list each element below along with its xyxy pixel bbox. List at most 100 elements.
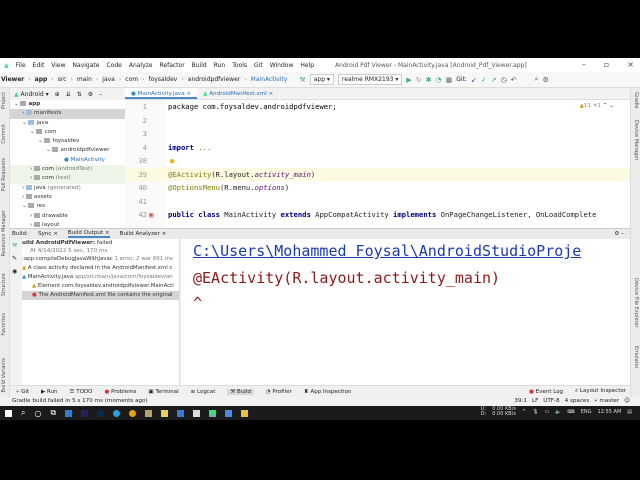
git-commit-icon[interactable]: ✓ — [481, 76, 487, 84]
chrome-icon[interactable] — [129, 409, 137, 417]
windows-start-icon[interactable] — [5, 409, 12, 417]
device-select[interactable]: realme RMX2193 ▾ — [337, 74, 403, 85]
rollback-icon[interactable]: ↶ — [511, 76, 517, 84]
gradle-tool-button[interactable]: Gradle — [633, 92, 639, 109]
caret-position[interactable]: 39:1 — [514, 397, 527, 406]
build-console-output[interactable]: C:\Users\Mohammed Foysal\AndroidStudioPr… — [181, 239, 630, 385]
indent-setting[interactable]: 4 spaces — [565, 397, 590, 406]
tree-node-manifests[interactable]: › manifests — [10, 109, 125, 119]
run-config-select[interactable]: app ▾ — [309, 74, 334, 85]
collapse-all-icon[interactable]: ⇊ — [66, 91, 71, 98]
tray-chevron-icon[interactable]: ^ — [522, 409, 526, 415]
breadcrumb-com[interactable]: com — [125, 76, 138, 83]
tree-node-res[interactable]: ⌄ res — [10, 202, 125, 211]
memory-indicator-icon[interactable]: ☺ — [624, 397, 630, 406]
git-branch[interactable]: ⑂ master — [594, 397, 619, 406]
build-variants-tool-button[interactable]: Build Variants — [1, 358, 7, 392]
file-encoding[interactable]: UTF-8 — [543, 397, 559, 406]
lightbulb-icon[interactable]: ● — [170, 154, 174, 168]
console-path-link[interactable]: C:\Users\Mohammed Foysal\AndroidStudioPr… — [193, 242, 581, 260]
breadcrumb-package[interactable]: androidpdfviewer — [188, 76, 240, 83]
expand-all-icon[interactable]: ⇅ — [77, 91, 82, 98]
tab-build-analyzer[interactable]: Build Analyzer × — [120, 231, 167, 237]
favorites-tool-button[interactable]: Favorites — [1, 313, 7, 336]
adobe-ae-icon[interactable] — [81, 409, 89, 417]
tree-node-foysaldev[interactable]: ⌄ foysaldev — [10, 137, 125, 146]
hide-panel-icon[interactable]: – — [99, 91, 102, 98]
breadcrumb-main[interactable]: main — [77, 76, 92, 83]
tree-node-layout[interactable]: › layout — [10, 221, 125, 228]
build-settings-icon[interactable]: ⚙ – — [614, 231, 624, 237]
menu-navigate[interactable]: Navigate — [73, 62, 100, 69]
run-icon[interactable]: ▶ — [406, 76, 411, 84]
todo-tool-button[interactable]: ☰ TODO — [70, 389, 93, 395]
layout-gutter-icon[interactable]: ▣ — [149, 208, 153, 222]
mail-app-icon[interactable] — [65, 409, 73, 417]
search-icon[interactable]: ⌕ — [535, 75, 539, 84]
hammer-icon[interactable]: ⚒ — [299, 76, 305, 84]
debug-icon[interactable]: ✱ — [426, 76, 432, 84]
language-indicator[interactable]: ENG — [581, 409, 592, 415]
resource-manager-tool-button[interactable]: Resource Manager — [1, 210, 7, 256]
tree-node-java[interactable]: ⌄ java — [10, 119, 125, 128]
search-icon[interactable]: ⌕ — [21, 408, 25, 418]
app-icon[interactable] — [193, 409, 201, 417]
build-node-root[interactable]: uild AndroidPdfViewer: failed At 4/14/202… — [22, 239, 179, 255]
commit-tool-button[interactable]: Commit — [1, 124, 7, 144]
breadcrumb-src[interactable]: src — [58, 76, 67, 83]
project-tool-button[interactable]: Project — [1, 92, 7, 109]
minimize-button[interactable]: – — [582, 60, 586, 69]
menu-window[interactable]: Window — [270, 62, 294, 69]
pull-requests-tool-button[interactable]: Pull Requests — [1, 158, 7, 191]
tab-mainactivity-java[interactable]: ● MainActivity.java × — [125, 88, 198, 99]
network-icon[interactable]: ▭ — [545, 409, 550, 415]
android-studio-taskbar-icon[interactable] — [209, 409, 217, 417]
maximize-button[interactable]: ▫ — [604, 60, 609, 69]
menu-tools[interactable]: Tools — [232, 62, 247, 69]
menu-build[interactable]: Build — [192, 62, 207, 69]
build-node-warning[interactable]: ▲ Element com.foysaldev.androidpdfviewer… — [22, 282, 179, 291]
tree-node-androidpdfviewer[interactable]: ⌄ androidpdfviewer — [10, 146, 125, 155]
breadcrumb-project[interactable]: Viewer — [1, 76, 24, 83]
cortana-icon[interactable]: ○ — [34, 409, 41, 418]
apply-changes-icon[interactable]: ↻ — [416, 76, 422, 84]
device-manager-tool-button[interactable]: Device Manager — [633, 120, 639, 161]
breadcrumb-mainactivity[interactable]: MainActivity — [251, 76, 288, 83]
menu-run[interactable]: Run — [214, 62, 226, 69]
menu-file[interactable]: File — [16, 62, 26, 69]
profile-icon[interactable]: ◔ — [436, 76, 442, 84]
build-tool-button[interactable]: ⚒ Build — [227, 388, 254, 395]
layout-inspector-tool-button[interactable]: ⌕ Layout Inspector — [575, 388, 626, 395]
tree-node-app[interactable]: ⌄ app — [10, 100, 125, 109]
problems-tool-button[interactable]: ● Problems — [105, 389, 137, 395]
app-icon[interactable] — [225, 409, 233, 417]
git-push-icon[interactable]: ↗ — [491, 76, 497, 84]
close-button[interactable]: × — [627, 60, 634, 69]
device-file-explorer-tool-button[interactable]: Device File Explorer — [633, 278, 639, 327]
settings-icon[interactable]: ⚙ — [543, 76, 549, 84]
volume-icon[interactable]: 🔈 — [555, 409, 561, 415]
menu-help[interactable]: Help — [300, 62, 314, 69]
menu-refactor[interactable]: Refactor — [160, 62, 185, 69]
keyboard-icon[interactable]: ⌨ — [568, 409, 575, 415]
build-node-warning[interactable]: ▲ A class activity declared in the Andro… — [22, 264, 179, 273]
photoshop-icon[interactable] — [97, 409, 105, 417]
tree-node-assets[interactable]: › assets — [10, 193, 125, 202]
line-separator[interactable]: LF — [532, 397, 538, 406]
build-node-task[interactable]: :app:compileDebugJavaWithJavac 1 error, … — [22, 255, 179, 264]
terminal-tool-button[interactable]: ▣ Terminal — [148, 389, 178, 395]
hammer-icon[interactable]: ⚒ — [10, 239, 22, 252]
panel-settings-icon[interactable]: ⚙ — [88, 91, 93, 98]
tree-node-drawable[interactable]: › drawable — [10, 212, 125, 221]
task-view-icon[interactable]: ⧉ — [50, 408, 56, 418]
emulator-tool-button[interactable]: Emulator — [633, 346, 639, 369]
tree-node-java-generated[interactable]: › java (generated) — [10, 184, 125, 193]
tab-sync[interactable]: Sync × — [38, 231, 58, 237]
history-icon[interactable]: ◷ — [501, 76, 507, 84]
edge-icon[interactable] — [113, 409, 121, 417]
breadcrumb-app[interactable]: app — [35, 76, 48, 83]
notes-icon[interactable] — [161, 409, 169, 417]
locate-icon[interactable]: ⊕ — [55, 91, 60, 98]
notifications-icon[interactable]: ▤ — [627, 409, 632, 415]
git-update-icon[interactable]: ↙ — [471, 76, 477, 84]
